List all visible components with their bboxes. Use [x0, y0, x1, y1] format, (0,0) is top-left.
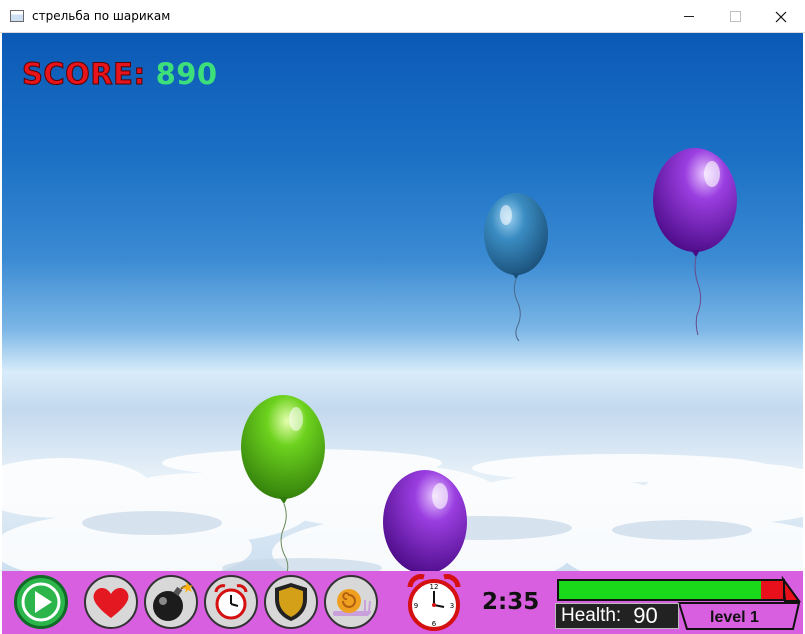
window-titlebar: стрельба по шарикам: [0, 0, 805, 33]
close-button[interactable]: [758, 0, 804, 33]
svg-text:9: 9: [414, 602, 418, 610]
play-button[interactable]: [14, 575, 68, 629]
timer-display: 2:35: [482, 589, 540, 615]
svg-text:12: 12: [430, 583, 439, 591]
balloon-blue[interactable]: [482, 193, 552, 345]
game-canvas[interactable]: SCORE: 890: [2, 33, 803, 571]
maximize-button[interactable]: [712, 0, 758, 33]
bottom-toolbar: 12 3 6 9 2:35 Health: 90 level 1: [2, 571, 803, 634]
snail-icon: [333, 589, 371, 616]
svg-text:6: 6: [432, 620, 437, 628]
score-value: 890: [155, 57, 218, 91]
score-display: SCORE: 890: [22, 57, 218, 92]
minimize-icon: [684, 16, 694, 17]
balloon-green[interactable]: [240, 395, 328, 571]
extra-life-button[interactable]: [84, 575, 138, 629]
svg-text:3: 3: [450, 602, 454, 610]
health-readout: Health: 90: [555, 603, 679, 629]
score-label: SCORE:: [22, 57, 146, 92]
app-icon: [10, 10, 24, 22]
window-title: стрельба по шарикам: [32, 9, 171, 23]
timer-clock-icon: 12 3 6 9: [407, 574, 461, 631]
health-value: 90: [633, 603, 658, 628]
health-bar: [557, 579, 785, 601]
maximize-icon: [729, 11, 741, 22]
bomb-icon: [153, 582, 193, 621]
health-bar-fill: [559, 581, 761, 599]
alarm-clock-icon: [214, 584, 248, 620]
bomb-button[interactable]: [144, 575, 198, 629]
heart-icon: [93, 588, 129, 618]
health-label: Health:: [561, 605, 622, 626]
minimize-button[interactable]: [666, 0, 712, 33]
level-indicator: level 1: [710, 609, 759, 626]
shield-icon: [275, 583, 307, 621]
balloon-purple-1[interactable]: [652, 148, 740, 344]
health-meter: Health: 90 level 1: [555, 575, 801, 631]
shield-button[interactable]: [264, 575, 318, 629]
play-icon: [21, 582, 61, 622]
close-icon: [775, 11, 787, 22]
time-bonus-button[interactable]: [204, 575, 258, 629]
slow-down-button[interactable]: [324, 575, 378, 629]
balloon-purple-2[interactable]: [382, 470, 470, 571]
